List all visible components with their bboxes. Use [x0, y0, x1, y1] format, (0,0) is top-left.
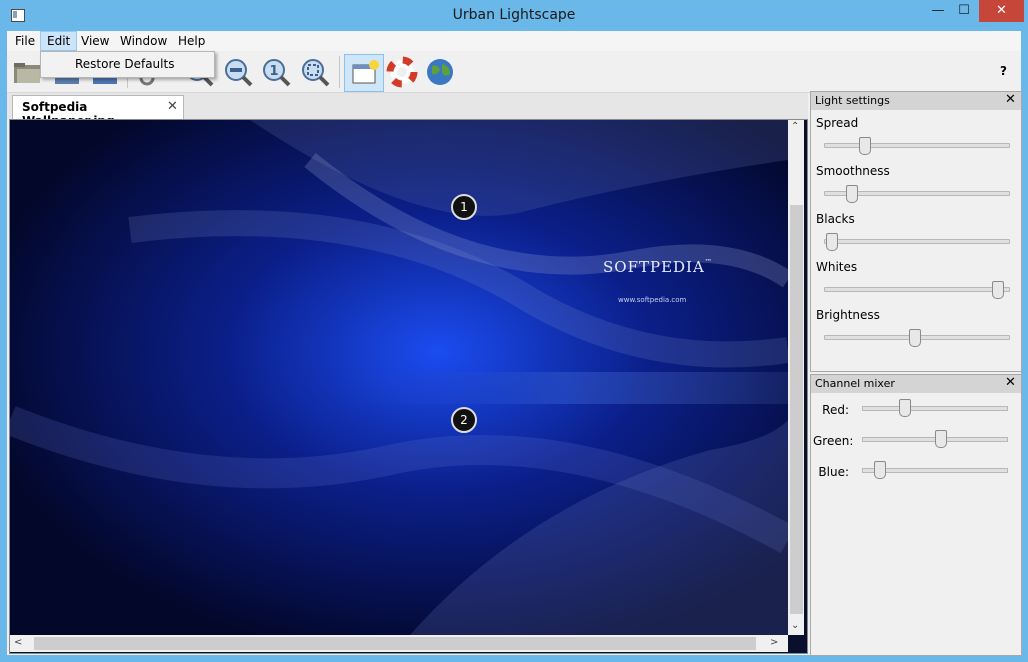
scroll-left-icon[interactable]: <	[14, 637, 22, 648]
channel-slider-thumb[interactable]	[899, 399, 911, 417]
slider-thumb[interactable]	[826, 233, 839, 251]
slider-thumb[interactable]	[909, 329, 921, 347]
image-watermark-text: SOFTPEDIA™	[603, 258, 713, 276]
panel-title: Channel mixer	[815, 377, 895, 390]
panel-title: Light settings	[815, 94, 890, 107]
window-frame-bottom	[0, 655, 1028, 662]
menu-edit[interactable]: Edit	[40, 31, 78, 51]
menu-view[interactable]: View	[75, 31, 115, 51]
light-marker-1[interactable]: 1	[451, 194, 477, 220]
panel-close-icon[interactable]: ✕	[1005, 375, 1016, 390]
new-window-icon	[352, 60, 379, 84]
menu-help[interactable]: Help	[172, 31, 211, 51]
slider-label: Blacks	[816, 212, 855, 226]
panel-close-icon[interactable]: ✕	[1005, 92, 1016, 107]
menu-file[interactable]: File	[9, 31, 41, 51]
scroll-right-icon[interactable]: >	[770, 637, 778, 648]
menu-item-restore-defaults[interactable]: Restore Defaults	[75, 52, 174, 76]
toggle-view-button[interactable]	[344, 54, 384, 92]
channel-label: Red:	[822, 403, 849, 417]
menu-window[interactable]: Window	[114, 31, 173, 51]
toolbar-separator	[339, 56, 340, 88]
slider-thumb[interactable]	[991, 281, 1004, 299]
panel-header[interactable]: Light settings ✕	[811, 92, 1021, 110]
image-watermark-url: www.softpedia.com	[618, 296, 687, 304]
open-folder-icon[interactable]	[11, 56, 43, 88]
panel-header[interactable]: Channel mixer ✕	[811, 375, 1021, 393]
minimize-button[interactable]: —	[925, 0, 951, 22]
channel-slider-thumb[interactable]	[935, 430, 948, 448]
slider-label: Whites	[816, 260, 858, 274]
wallpaper-image	[10, 120, 788, 635]
tab-document[interactable]: Softpedia Wallpaper.jpg ✕	[12, 95, 184, 128]
slider-track[interactable]	[824, 143, 1010, 148]
slider-label: Spread	[816, 116, 859, 130]
horizontal-scrollbar-thumb[interactable]	[34, 637, 756, 650]
window-frame-left	[0, 31, 7, 662]
slider-track[interactable]	[824, 287, 1010, 292]
slider-label: Brightness	[816, 308, 880, 322]
channel-label: Blue:	[818, 465, 849, 479]
zoom-out-icon[interactable]	[222, 56, 254, 88]
slider-thumb[interactable]	[858, 137, 871, 155]
window-frame-right	[1021, 31, 1028, 662]
window-title: Urban Lightscape	[452, 7, 576, 23]
close-button[interactable]: ✕	[979, 0, 1024, 22]
zoom-fit-icon[interactable]	[299, 56, 331, 88]
svg-text:1: 1	[269, 64, 278, 79]
channel-label: Green:	[813, 434, 854, 448]
slider-thumb[interactable]	[846, 185, 858, 203]
channel-mixer-panel: Channel mixer ✕ Red: Green: Blue:	[810, 374, 1022, 656]
website-globe-icon[interactable]	[424, 56, 456, 88]
vertical-scrollbar-thumb[interactable]	[790, 205, 803, 614]
tab-close-icon[interactable]: ✕	[167, 99, 178, 114]
edit-menu-dropdown: Restore Defaults	[40, 51, 215, 78]
image-canvas[interactable]	[10, 120, 788, 635]
maximize-button[interactable]: ☐	[951, 0, 977, 22]
scroll-down-icon[interactable]: ⌄	[791, 620, 799, 631]
light-marker-2[interactable]: 2	[451, 407, 477, 433]
whats-this-button[interactable]: ?	[1000, 64, 1007, 78]
zoom-actual-size-icon[interactable]: 1	[260, 56, 292, 88]
channel-slider-thumb[interactable]	[873, 461, 886, 479]
slider-label: Smoothness	[816, 164, 890, 178]
scroll-up-icon[interactable]: ⌃	[791, 121, 799, 132]
slider-track[interactable]	[824, 239, 1010, 244]
light-settings-panel: Light settings ✕ Spread Smoothness Blacks W…	[810, 91, 1022, 372]
channel-slider-track[interactable]	[862, 406, 1008, 411]
help-lifebuoy-icon[interactable]	[386, 56, 418, 88]
